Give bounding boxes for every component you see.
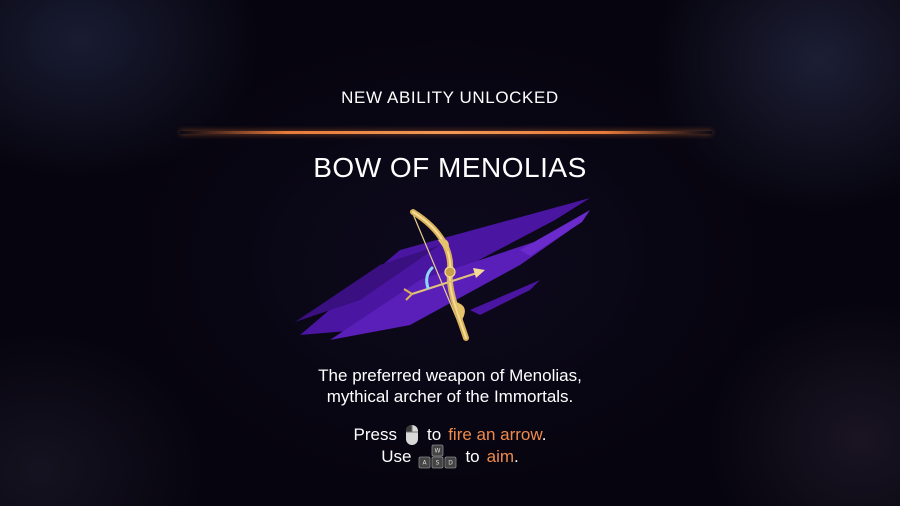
key-s: S bbox=[436, 460, 440, 467]
wasd-keys-icon: W A S D bbox=[419, 444, 457, 469]
aim-action: aim bbox=[486, 447, 515, 466]
purple-streak bbox=[295, 198, 590, 340]
unlock-header: NEW ABILITY UNLOCKED bbox=[341, 88, 559, 107]
aim-suffix: . bbox=[514, 447, 519, 466]
aim-prefix: Use bbox=[381, 447, 412, 466]
description-line-2: mythical archer of the Immortals. bbox=[326, 387, 574, 406]
key-w: W bbox=[435, 448, 441, 455]
header-divider bbox=[180, 131, 712, 134]
fire-prefix: Press bbox=[353, 425, 397, 444]
fire-suffix: . bbox=[541, 425, 547, 444]
aim-control-line: Use W A S D to aim. bbox=[0, 444, 900, 469]
controls-hint: Press to fire an arrow. Use W A S D to a… bbox=[0, 424, 900, 469]
key-d: D bbox=[449, 460, 454, 467]
fire-action: fire an arrow bbox=[448, 425, 542, 444]
ability-title: BOW OF MENOLIAS bbox=[313, 152, 587, 183]
mouse-left-click-icon bbox=[406, 425, 418, 445]
aim-connector: to bbox=[465, 447, 480, 466]
fire-connector: to bbox=[427, 425, 442, 444]
golden-bow-icon bbox=[295, 198, 590, 341]
fire-control-line: Press to fire an arrow. bbox=[0, 424, 900, 446]
ability-description: The preferred weapon of Menolias, mythic… bbox=[0, 365, 900, 407]
description-line-1: The preferred weapon of Menolias, bbox=[318, 366, 582, 385]
